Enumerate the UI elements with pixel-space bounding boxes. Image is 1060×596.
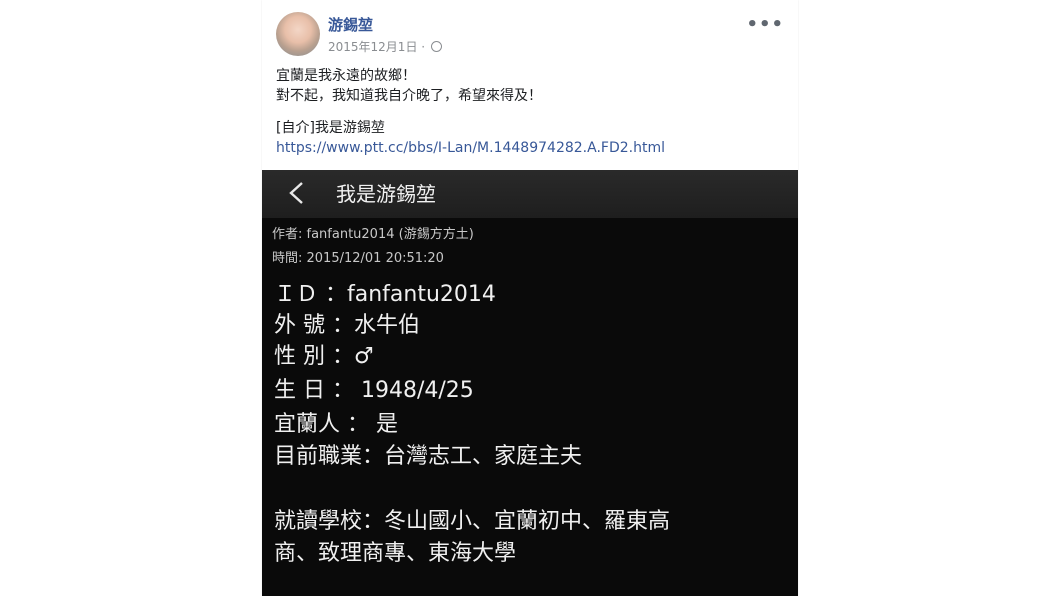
profile-hometown: 宜蘭人 ： 是 — [274, 412, 398, 437]
post-meta: 2015年12月1日 · — [328, 38, 442, 55]
avatar[interactable] — [276, 12, 320, 56]
post-date[interactable]: 2015年12月1日 — [328, 40, 417, 54]
profile-schools-cont: 商、致理商專、東海大學 — [274, 541, 517, 566]
post-text-line: 對不起，我知道我自介晚了，希望來得及！ — [276, 88, 542, 104]
profile-id: ＩＤ ：fanfantu2014 — [274, 282, 496, 307]
screenshot-title-bar: 我是游錫堃 — [262, 170, 798, 218]
profile-schools: 就讀學校：冬山國小、宜蘭初中、羅東高 — [274, 509, 671, 534]
post-text-line: 宜蘭是我永遠的故鄉！ — [276, 68, 416, 84]
facebook-post: 游錫堃 2015年12月1日 · ••• 宜蘭是我永遠的故鄉！ 對不起，我知道我… — [262, 0, 798, 596]
post-header: 游錫堃 2015年12月1日 · ••• — [276, 12, 788, 58]
author-name[interactable]: 游錫堃 — [328, 14, 373, 35]
ptt-screenshot: 我是游錫堃 作者: fanfantu2014 (游錫方方土) 時間: 2015/… — [262, 170, 798, 596]
more-options-icon[interactable]: ••• — [746, 14, 784, 35]
chevron-left-icon[interactable] — [286, 180, 308, 206]
shared-link-url[interactable]: https://www.ptt.cc/bbs/I-Lan/M.144897428… — [276, 138, 665, 158]
post-text: 宜蘭是我永遠的故鄉！ 對不起，我知道我自介晚了，希望來得及！ — [276, 66, 786, 106]
profile-birthday: 生 日 ： 1948/4/25 — [274, 378, 474, 403]
profile-gender: 性 別 ：♂ — [274, 344, 374, 369]
article-time: 時間: 2015/12/01 20:51:20 — [272, 251, 444, 266]
globe-icon — [430, 41, 442, 52]
article-author: 作者: fanfantu2014 (游錫方方土) — [272, 227, 474, 242]
shared-link-title: [自介]我是游錫堃 — [276, 120, 385, 136]
profile-occupation: 目前職業：台灣志工、家庭主夫 — [274, 444, 583, 469]
meta-separator: · — [421, 40, 426, 54]
profile-nickname: 外 號 ：水牛伯 — [274, 313, 420, 338]
screenshot-title: 我是游錫堃 — [336, 182, 436, 206]
